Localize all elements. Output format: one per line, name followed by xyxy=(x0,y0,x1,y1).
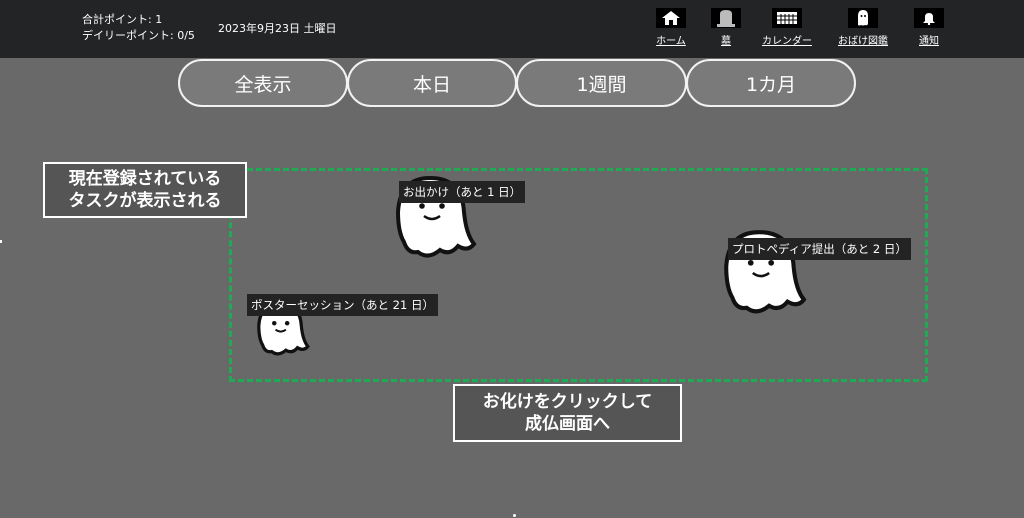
click-annotation-line2: 成仏画面へ xyxy=(525,414,610,434)
ghost-label-poster-session: ポスターセッション（あと 21 日） xyxy=(247,294,438,316)
nav-ghost-book[interactable]: おばけ図鑑 xyxy=(838,8,888,47)
nav-notifications-label: 通知 xyxy=(919,36,939,47)
calendar-icon xyxy=(772,8,802,28)
points-summary: 合計ポイント: 1 デイリーポイント: 0/5 xyxy=(82,12,195,44)
ghost-icon xyxy=(848,8,878,28)
nav-notifications[interactable]: 通知 xyxy=(914,8,944,47)
click-annotation-line1: お化けをクリックして xyxy=(482,392,653,412)
nav-grave[interactable]: 墓 xyxy=(711,8,741,47)
bell-icon xyxy=(914,8,944,28)
scroll-marker xyxy=(513,514,516,517)
tasks-annotation-line1: 現在登録されている xyxy=(68,169,222,189)
nav-home-label: ホーム xyxy=(656,36,686,47)
ghost-area xyxy=(229,168,928,382)
tab-month[interactable]: 1カ月 xyxy=(686,59,856,107)
ghost-label-protopedia: プロトペディア提出（あと 2 日） xyxy=(728,238,911,260)
nav-home[interactable]: ホーム xyxy=(656,8,686,47)
home-icon xyxy=(656,8,686,28)
total-points: 合計ポイント: 1 xyxy=(82,13,163,26)
tab-today[interactable]: 本日 xyxy=(347,59,517,107)
daily-points: デイリーポイント: 0/5 xyxy=(82,29,195,42)
tab-all[interactable]: 全表示 xyxy=(178,59,348,107)
click-annotation: お化けをクリックして 成仏画面へ xyxy=(453,384,682,442)
edge-marker xyxy=(0,240,2,243)
nav-grave-label: 墓 xyxy=(721,36,731,47)
top-bar: 合計ポイント: 1 デイリーポイント: 0/5 2023年9月23日 土曜日 ホ… xyxy=(0,0,1024,58)
tasks-annotation: 現在登録されている タスクが表示される xyxy=(43,162,247,218)
nav-calendar-label: カレンダー xyxy=(762,36,812,47)
current-date: 2023年9月23日 土曜日 xyxy=(218,22,337,35)
tab-week[interactable]: 1週間 xyxy=(516,59,687,107)
nav-ghost-book-label: おばけ図鑑 xyxy=(838,36,888,47)
ghost-label-odekake: お出かけ（あと 1 日） xyxy=(399,181,526,203)
tasks-annotation-line2: タスクが表示される xyxy=(68,191,222,211)
nav-calendar[interactable]: カレンダー xyxy=(762,8,812,47)
tombstone-icon xyxy=(711,8,741,28)
